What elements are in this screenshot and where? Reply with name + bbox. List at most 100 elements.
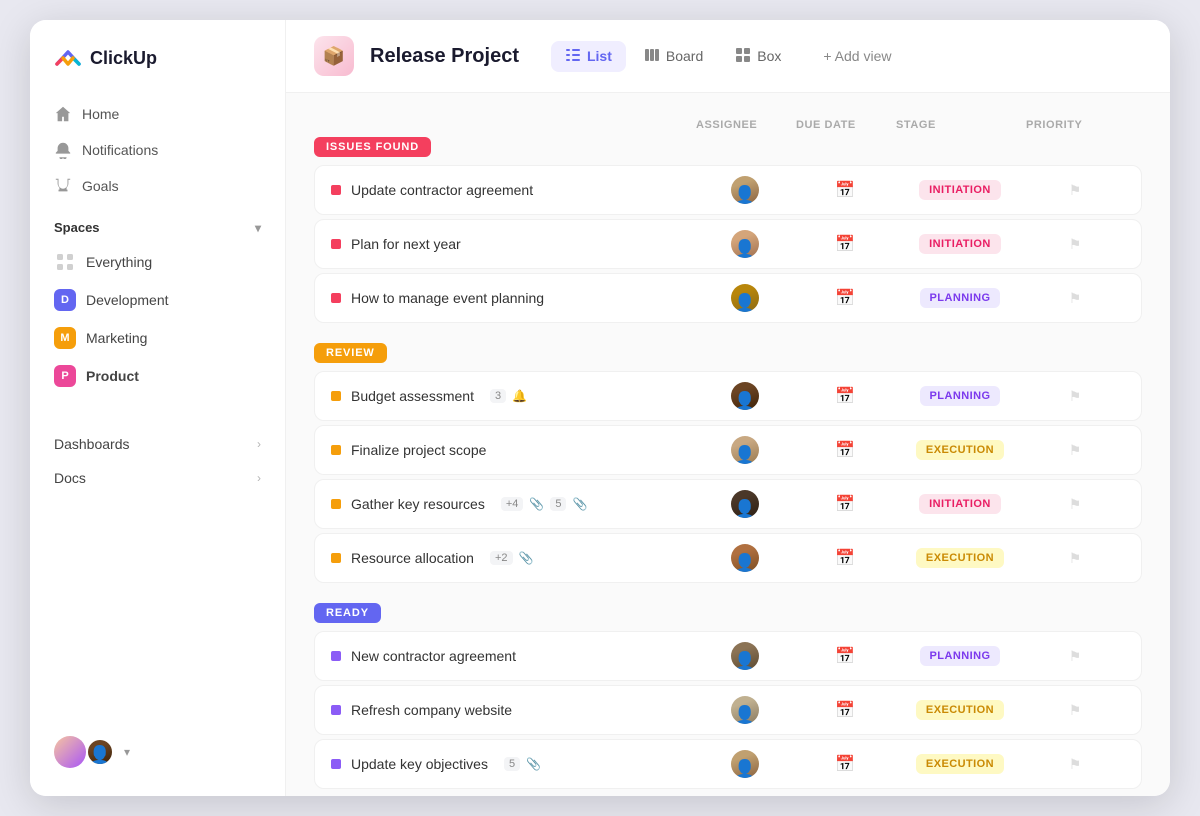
development-badge: D	[54, 289, 76, 311]
sidebar-product-label: Product	[86, 368, 139, 384]
flag-icon: ⚑	[1069, 756, 1082, 773]
project-icon: 📦	[314, 36, 354, 76]
clickup-logo-icon	[54, 44, 82, 72]
assignee-avatar: 👤	[731, 230, 759, 258]
task-row[interactable]: Refresh company website 👤 📅 EXECUTION ⚑	[314, 685, 1142, 735]
sidebar-item-development[interactable]: D Development	[30, 281, 285, 319]
sidebar-item-product[interactable]: P Product	[30, 357, 285, 395]
assignee-avatar: 👤	[731, 284, 759, 312]
logo: ClickUp	[30, 44, 285, 72]
dashboards-label: Dashboards	[54, 436, 130, 452]
task-name: Finalize project scope	[351, 442, 486, 458]
task-row[interactable]: Gather key resources +4 📎 5 📎 👤 📅 INITIA…	[314, 479, 1142, 529]
task-row[interactable]: Update key objectives 5 📎 👤 📅 EXECUTION …	[314, 739, 1142, 789]
section-ready: READY New contractor agreement 👤 📅 PLANN…	[314, 603, 1142, 789]
task-row[interactable]: Plan for next year 👤 📅 INITIATION ⚑	[314, 219, 1142, 269]
section-review: REVIEW Budget assessment 3 🔔 👤 📅 PLANNIN…	[314, 343, 1142, 583]
sidebar-bottom: 👤 ▾	[30, 724, 285, 780]
task-dot	[331, 499, 341, 509]
header-due-date: DUE DATE	[796, 119, 896, 131]
calendar-icon: 📅	[835, 180, 855, 200]
task-name: Resource allocation	[351, 550, 474, 566]
tab-list-label: List	[587, 48, 612, 64]
tab-board[interactable]: Board	[630, 41, 717, 72]
stage-badge: PLANNING	[920, 646, 1001, 666]
marketing-badge: M	[54, 327, 76, 349]
task-dot	[331, 239, 341, 249]
docs-chevron: ›	[257, 471, 261, 485]
table-header: ASSIGNEE DUE DATE STAGE PRIORITY	[314, 113, 1142, 137]
flag-icon: ⚑	[1069, 550, 1082, 567]
grid-icon	[54, 251, 76, 273]
sidebar-item-docs[interactable]: Docs ›	[30, 461, 285, 495]
task-name: Refresh company website	[351, 702, 512, 718]
calendar-icon: 📅	[835, 440, 855, 460]
section-label-issues: ISSUES FOUND	[314, 137, 431, 157]
header-assignee: ASSIGNEE	[696, 119, 796, 131]
calendar-icon: 📅	[835, 548, 855, 568]
topbar: 📦 Release Project List Board	[286, 20, 1170, 93]
view-tabs: List Board Box	[551, 41, 795, 72]
sidebar-item-home[interactable]: Home	[30, 96, 285, 132]
sidebar-everything-label: Everything	[86, 254, 152, 270]
box-icon	[735, 47, 751, 66]
assignee-avatar: 👤	[731, 490, 759, 518]
tab-box[interactable]: Box	[721, 41, 795, 72]
task-dot	[331, 391, 341, 401]
stage-badge: INITIATION	[919, 494, 1001, 514]
stage-badge: EXECUTION	[916, 548, 1004, 568]
sidebar-item-marketing[interactable]: M Marketing	[30, 319, 285, 357]
task-row[interactable]: Finalize project scope 👤 📅 EXECUTION ⚑	[314, 425, 1142, 475]
spaces-header[interactable]: Spaces ▾	[30, 204, 285, 243]
calendar-icon: 📅	[835, 386, 855, 406]
stage-badge: PLANNING	[920, 386, 1001, 406]
flag-icon: ⚑	[1069, 702, 1082, 719]
section-issues: ISSUES FOUND Update contractor agreement…	[314, 137, 1142, 323]
task-dot	[331, 759, 341, 769]
flag-icon: ⚑	[1069, 388, 1082, 405]
task-row[interactable]: Budget assessment 3 🔔 👤 📅 PLANNING ⚑	[314, 371, 1142, 421]
stage-badge: EXECUTION	[916, 440, 1004, 460]
task-extras: 5 📎	[504, 757, 541, 771]
tab-box-label: Box	[757, 48, 781, 64]
calendar-icon: 📅	[835, 700, 855, 720]
sidebar-item-dashboards[interactable]: Dashboards ›	[30, 427, 285, 461]
task-extras: 3 🔔	[490, 389, 527, 403]
assignee-avatar: 👤	[731, 642, 759, 670]
task-name: New contractor agreement	[351, 648, 516, 664]
task-extras: +2 📎	[490, 551, 534, 565]
task-dot	[331, 553, 341, 563]
tab-board-label: Board	[666, 48, 703, 64]
task-row[interactable]: New contractor agreement 👤 📅 PLANNING ⚑	[314, 631, 1142, 681]
assignee-avatar: 👤	[731, 382, 759, 410]
product-badge: P	[54, 365, 76, 387]
app-name: ClickUp	[90, 48, 157, 69]
task-dot	[331, 705, 341, 715]
assignee-avatar: 👤	[731, 176, 759, 204]
docs-label: Docs	[54, 470, 86, 486]
stage-badge: PLANNING	[920, 288, 1001, 308]
flag-icon: ⚑	[1069, 236, 1082, 253]
task-name: Plan for next year	[351, 236, 461, 252]
flag-icon: ⚑	[1069, 648, 1082, 665]
stage-badge: INITIATION	[919, 180, 1001, 200]
task-row[interactable]: Resource allocation +2 📎 👤 📅 EXECUTION ⚑	[314, 533, 1142, 583]
bell-icon	[54, 141, 72, 159]
task-row[interactable]: How to manage event planning 👤 📅 PLANNIN…	[314, 273, 1142, 323]
user-menu-chevron[interactable]: ▾	[124, 745, 130, 759]
sidebar-item-everything[interactable]: Everything	[30, 243, 285, 281]
sidebar-item-goals[interactable]: Goals	[30, 168, 285, 204]
tab-list[interactable]: List	[551, 41, 626, 72]
task-dot	[331, 293, 341, 303]
stage-badge: EXECUTION	[916, 700, 1004, 720]
task-row[interactable]: Update contractor agreement 👤 📅 INITIATI…	[314, 165, 1142, 215]
task-extras: +4 📎 5 📎	[501, 497, 588, 511]
calendar-icon: 📅	[835, 234, 855, 254]
task-dot	[331, 651, 341, 661]
sidebar-item-notifications[interactable]: Notifications	[30, 132, 285, 168]
list-icon	[565, 47, 581, 66]
add-view-button[interactable]: + Add view	[811, 42, 903, 70]
assignee-avatar: 👤	[731, 544, 759, 572]
task-name: Update key objectives	[351, 756, 488, 772]
spaces-chevron: ▾	[255, 221, 261, 235]
